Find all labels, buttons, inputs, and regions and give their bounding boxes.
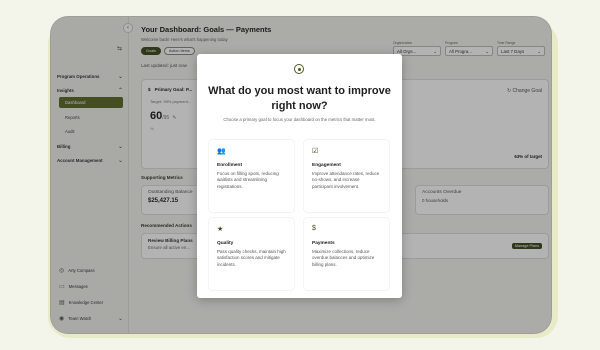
star-icon: ★ <box>217 226 224 233</box>
modal-subtitle: Choose a primary goal to focus your dash… <box>223 117 376 122</box>
people-icon: 👥 <box>217 148 226 155</box>
option-title: Quality <box>217 241 234 246</box>
option-quality[interactable]: ★ Quality Pass quality checks, maintain … <box>209 218 294 290</box>
option-title: Engagement <box>312 163 341 168</box>
option-title: Payments <box>312 241 335 246</box>
option-payments[interactable]: $ Payments Maximize collections, reduce … <box>304 218 389 290</box>
target-icon <box>294 64 304 74</box>
option-description: Maximize collections, reduce overdue bal… <box>312 249 375 267</box>
option-enrollment[interactable]: 👥 Enrollment Focus on filling spots, red… <box>209 140 294 212</box>
dollar-icon: $ <box>312 225 316 232</box>
goal-selection-modal: What do you most want to improve right n… <box>197 54 402 298</box>
option-engagement[interactable]: ☑ Engagement Improve attendance rates, r… <box>304 140 389 212</box>
option-title: Enrollment <box>217 163 243 168</box>
option-description: Pass quality checks, maintain high satis… <box>217 249 286 267</box>
option-description: Improve attendance rates, reduce no-show… <box>312 171 380 189</box>
checkbox-icon: ☑ <box>312 148 319 155</box>
option-description: Focus on filling spots, reducing waitlis… <box>217 171 279 189</box>
modal-title: What do you most want to improve right n… <box>208 85 391 112</box>
